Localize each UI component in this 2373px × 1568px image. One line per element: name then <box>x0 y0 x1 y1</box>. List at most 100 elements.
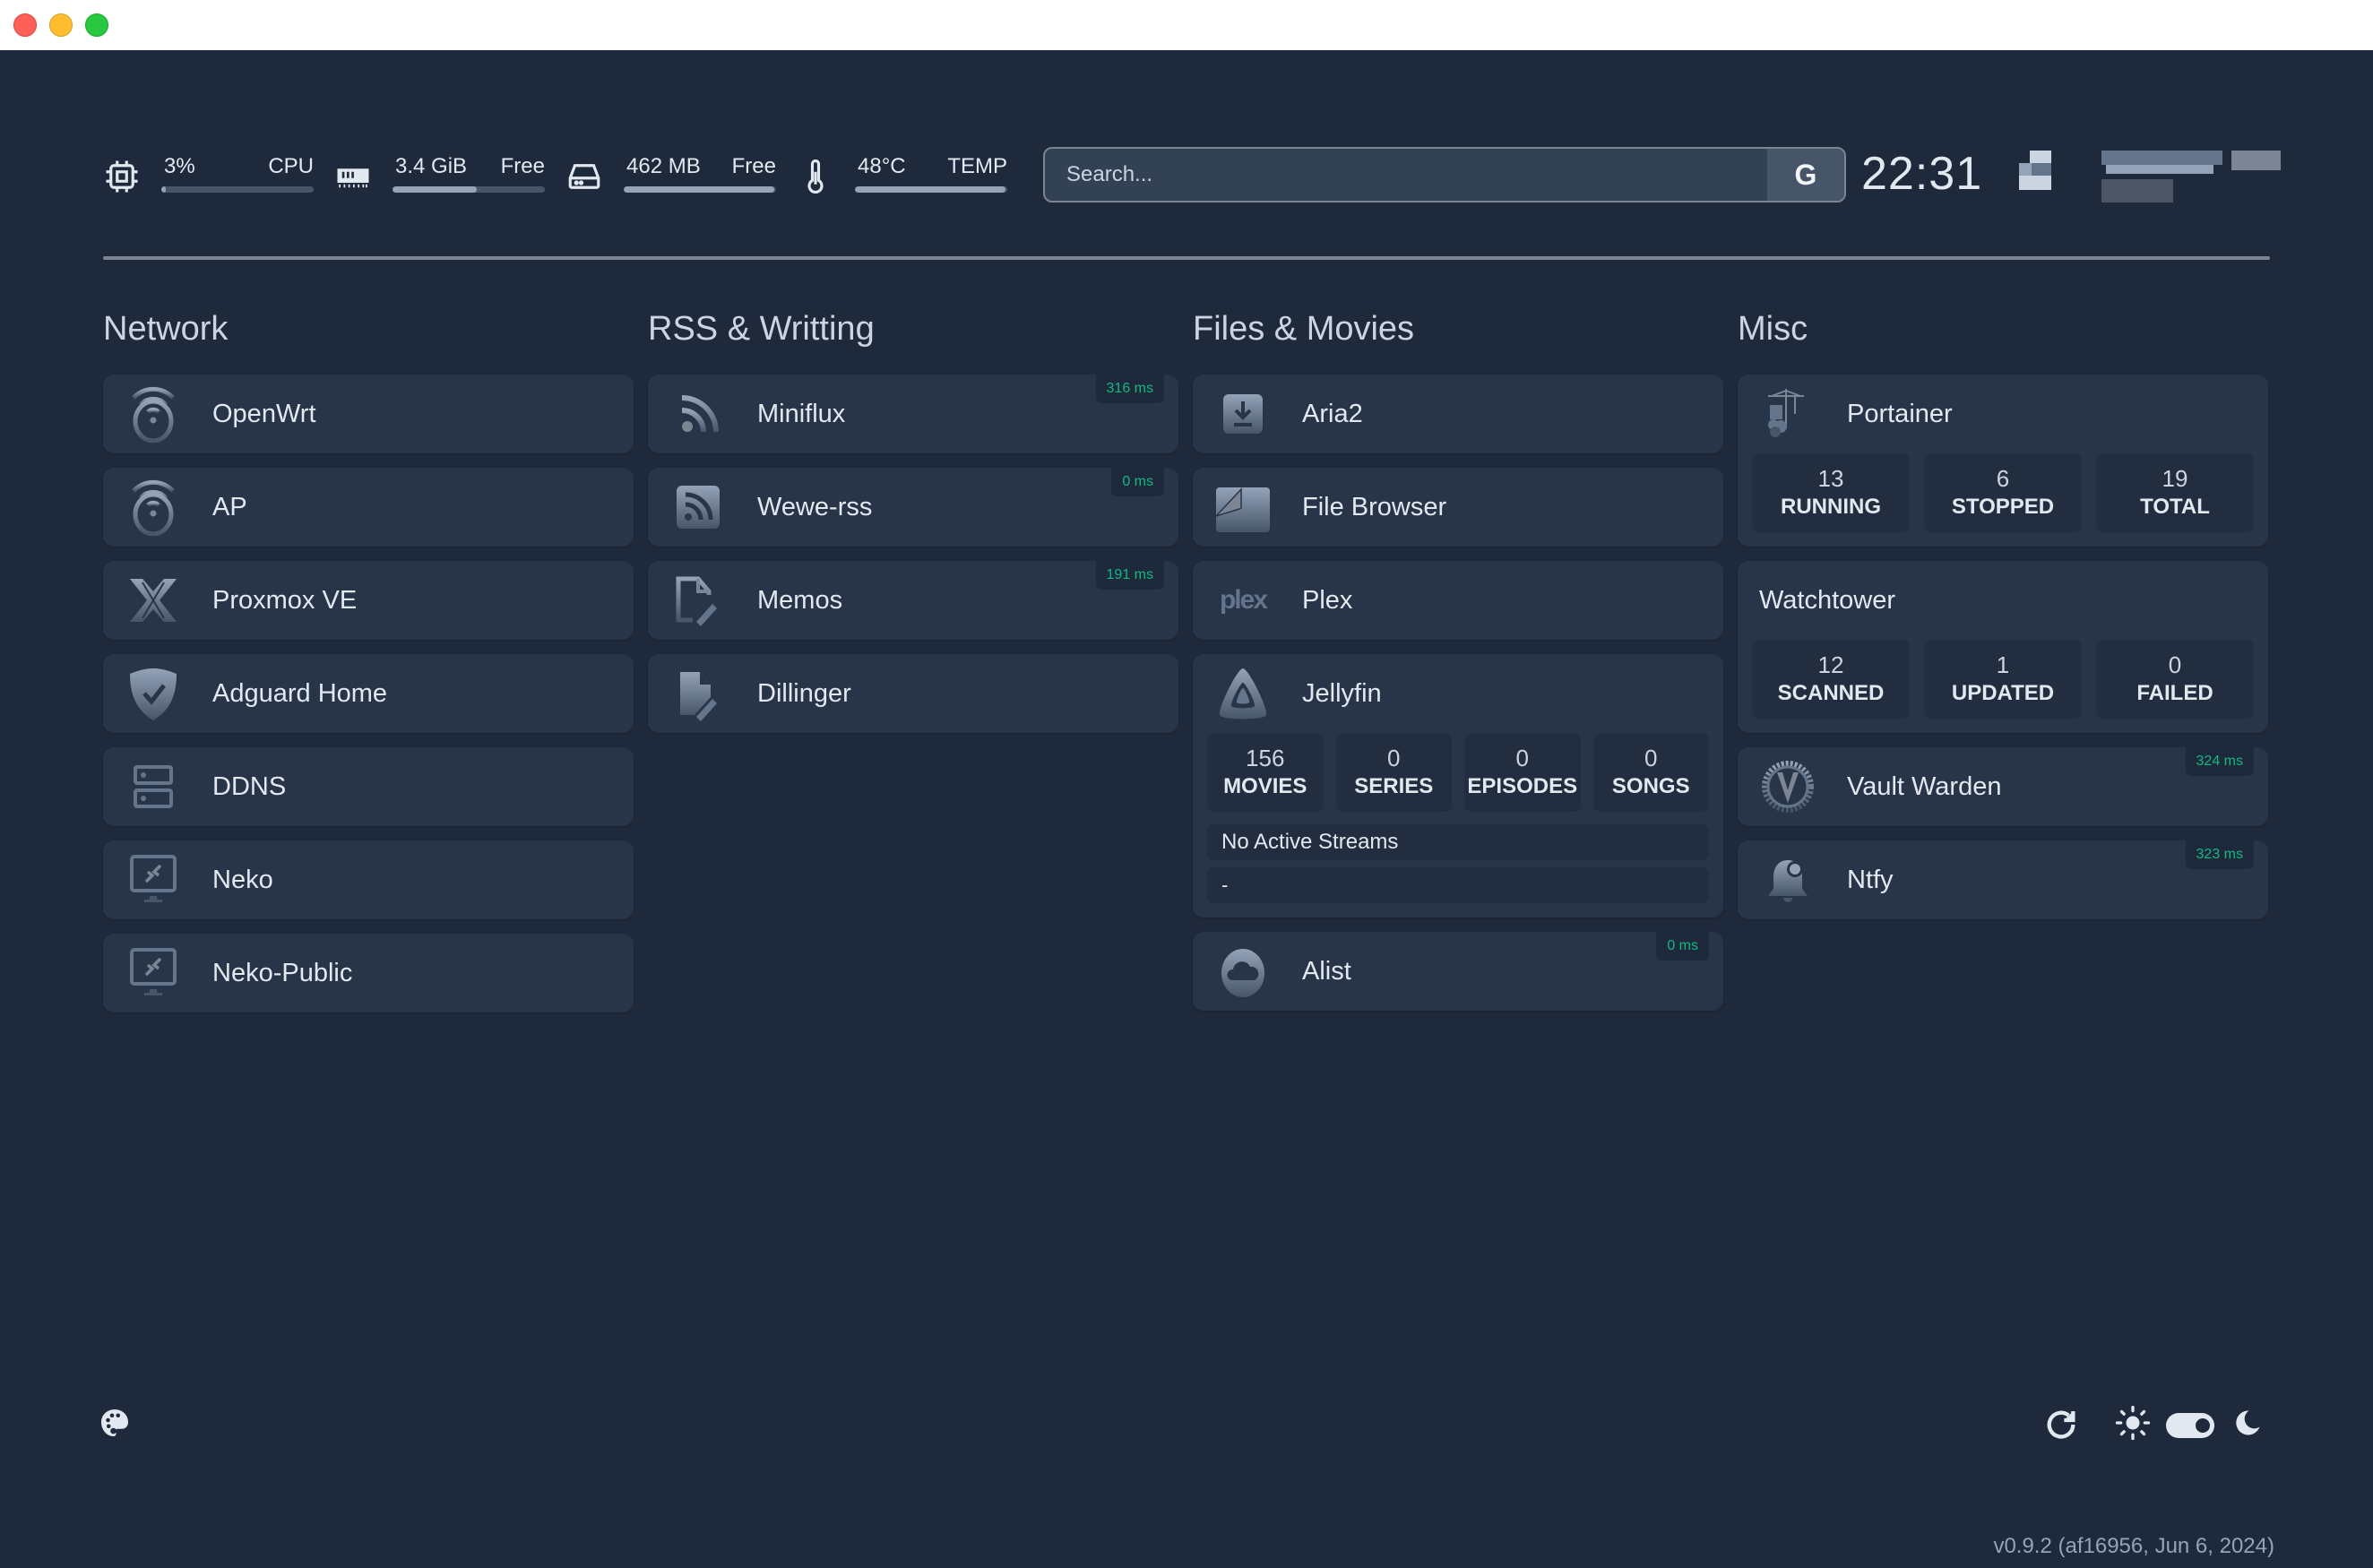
search-provider-button[interactable]: G <box>1767 149 1844 201</box>
stat-movies: 156 MOVIES <box>1207 733 1324 812</box>
service-name: Wewe-rss <box>757 492 873 521</box>
edit-file-solid-icon <box>668 663 729 724</box>
cpu-label: CPU <box>268 154 314 178</box>
service-card-plex[interactable]: plex Plex <box>1193 561 1723 640</box>
vaultwarden-icon <box>1757 756 1818 817</box>
maximize-window-button[interactable] <box>85 13 108 37</box>
service-name: Memos <box>757 585 843 615</box>
temperature-value: 48°C <box>858 154 906 178</box>
service-card-ntfy[interactable]: Ntfy 323 ms <box>1738 840 2268 919</box>
openwrt-icon <box>123 383 184 444</box>
service-card-openwrt[interactable]: OpenWrt <box>103 375 634 453</box>
service-card-wewe-rss[interactable]: Wewe-rss 0 ms <box>648 468 1178 547</box>
service-card-file-browser[interactable]: File Browser <box>1193 468 1723 547</box>
cloud-icon <box>1212 941 1273 1002</box>
refresh-icon[interactable] <box>2043 1407 2079 1443</box>
memory-icon <box>337 168 369 188</box>
service-name: Alist <box>1302 956 1351 986</box>
remote-desktop-icon <box>123 943 184 1004</box>
stat-series: 0 SERIES <box>1335 733 1452 812</box>
stream-detail: - <box>1207 867 1709 903</box>
service-name: AP <box>212 492 247 521</box>
header-bar: 3% CPU 3.4 GiB Free 462 MB Free 48°C TEM… <box>103 143 2281 208</box>
service-name: Miniflux <box>757 399 846 428</box>
service-card-vaultwarden[interactable]: Vault Warden 324 ms <box>1738 747 2268 826</box>
memory-label: Free <box>500 154 545 178</box>
service-card-memos[interactable]: Memos 191 ms <box>648 561 1178 640</box>
service-card-alist[interactable]: Alist 0 ms <box>1193 932 1723 1011</box>
service-name: Portainer <box>1847 399 1953 428</box>
proxmox-icon <box>123 570 184 631</box>
group-title: Network <box>103 310 229 348</box>
moon-icon <box>2236 1410 2260 1435</box>
service-name: Aria2 <box>1302 399 1363 428</box>
server-icon <box>123 756 184 817</box>
weather-widget-obscured[interactable] <box>2003 143 2281 206</box>
service-card-adguard[interactable]: Adguard Home <box>103 654 634 733</box>
service-card-portainer[interactable]: Portainer 13 RUNNING 6 STOPPED 19 TOTAL <box>1738 375 2268 547</box>
version-info: v0.9.2 (af16956, Jun 6, 2024) <box>1993 1534 2274 1558</box>
palette-icon[interactable] <box>99 1407 131 1439</box>
stat-running: 13 RUNNING <box>1752 453 1910 532</box>
adguard-icon <box>123 663 184 724</box>
service-card-dillinger[interactable]: Dillinger <box>648 654 1178 733</box>
group-misc: Misc Portainer 13 RUNNING 6 STOPPED 19 TOTA… <box>1738 306 2268 934</box>
service-name: Jellyfin <box>1302 678 1382 708</box>
edit-file-icon <box>668 570 729 631</box>
service-card-watchtower[interactable]: Watchtower 12 SCANNED 1 UPDATED 0 FAILED <box>1738 561 2268 733</box>
temperature-bar <box>855 186 1007 193</box>
jellyfin-stats: 156 MOVIES 0 SERIES 0 EPISODES 0 SONGS <box>1193 733 1723 812</box>
openwrt-icon <box>123 477 184 538</box>
window-titlebar <box>0 0 2373 50</box>
group-network: Network OpenWrt AP Proxmox VE Adguard Ho… <box>103 306 634 1027</box>
temperature-label: TEMP <box>947 154 1007 178</box>
service-card-jellyfin[interactable]: Jellyfin 156 MOVIES 0 SERIES 0 EPISODES 0 SO… <box>1193 654 1723 918</box>
stat-stopped: 6 STOPPED <box>1924 453 2082 532</box>
ping-badge: 323 ms <box>2185 840 2254 869</box>
service-card-ddns[interactable]: DDNS <box>103 747 634 826</box>
disk-icon <box>568 164 600 189</box>
watchtower-stats: 12 SCANNED 1 UPDATED 0 FAILED <box>1738 640 2268 719</box>
service-name: Watchtower <box>1759 585 1896 615</box>
theme-toggle[interactable] <box>2166 1413 2214 1438</box>
service-name: Dillinger <box>757 678 851 708</box>
group-rss-writting: RSS & Writting Miniflux 316 ms Wewe-rss … <box>648 306 1178 747</box>
service-name: File Browser <box>1302 492 1447 521</box>
cpu-icon <box>106 160 138 193</box>
service-card-miniflux[interactable]: Miniflux 316 ms <box>648 375 1178 453</box>
service-name: DDNS <box>212 771 287 801</box>
jellyfin-icon <box>1212 663 1273 724</box>
service-card-ap[interactable]: AP <box>103 468 634 547</box>
close-window-button[interactable] <box>13 13 37 37</box>
resource-temperature: 48°C TEMP <box>797 143 1007 208</box>
service-card-neko-public[interactable]: Neko-Public <box>103 934 634 1012</box>
service-card-neko[interactable]: Neko <box>103 840 634 919</box>
resource-disk: 462 MB Free <box>565 143 776 208</box>
thermometer-icon <box>807 159 824 194</box>
minimize-window-button[interactable] <box>49 13 73 37</box>
cpu-value: 3% <box>164 154 195 178</box>
stat-episodes: 0 EPISODES <box>1464 733 1581 812</box>
disk-label: Free <box>731 154 776 178</box>
ping-badge: 191 ms <box>1095 561 1164 590</box>
memory-value: 3.4 GiB <box>395 154 468 178</box>
group-title: Files & Movies <box>1193 310 1415 348</box>
ping-badge: 324 ms <box>2185 747 2254 776</box>
service-card-aria2[interactable]: Aria2 <box>1193 375 1723 453</box>
search-input[interactable] <box>1045 149 1762 201</box>
resource-memory: 3.4 GiB Free <box>334 143 545 208</box>
stat-updated: 1 UPDATED <box>1924 640 2082 719</box>
clock: 22:31 <box>1861 148 1983 200</box>
stat-scanned: 12 SCANNED <box>1752 640 1910 719</box>
portainer-icon <box>1757 383 1818 444</box>
search-box: G <box>1043 147 1846 202</box>
service-name: Proxmox VE <box>212 585 358 615</box>
disk-value: 462 MB <box>626 154 701 178</box>
portainer-stats: 13 RUNNING 6 STOPPED 19 TOTAL <box>1738 453 2268 532</box>
plex-logo: plex <box>1219 585 1268 615</box>
ping-badge: 0 ms <box>1656 932 1709 961</box>
service-name: Plex <box>1302 585 1353 615</box>
disk-usage-bar <box>624 186 776 193</box>
rss-square-icon <box>668 477 729 538</box>
service-card-proxmox[interactable]: Proxmox VE <box>103 561 634 640</box>
